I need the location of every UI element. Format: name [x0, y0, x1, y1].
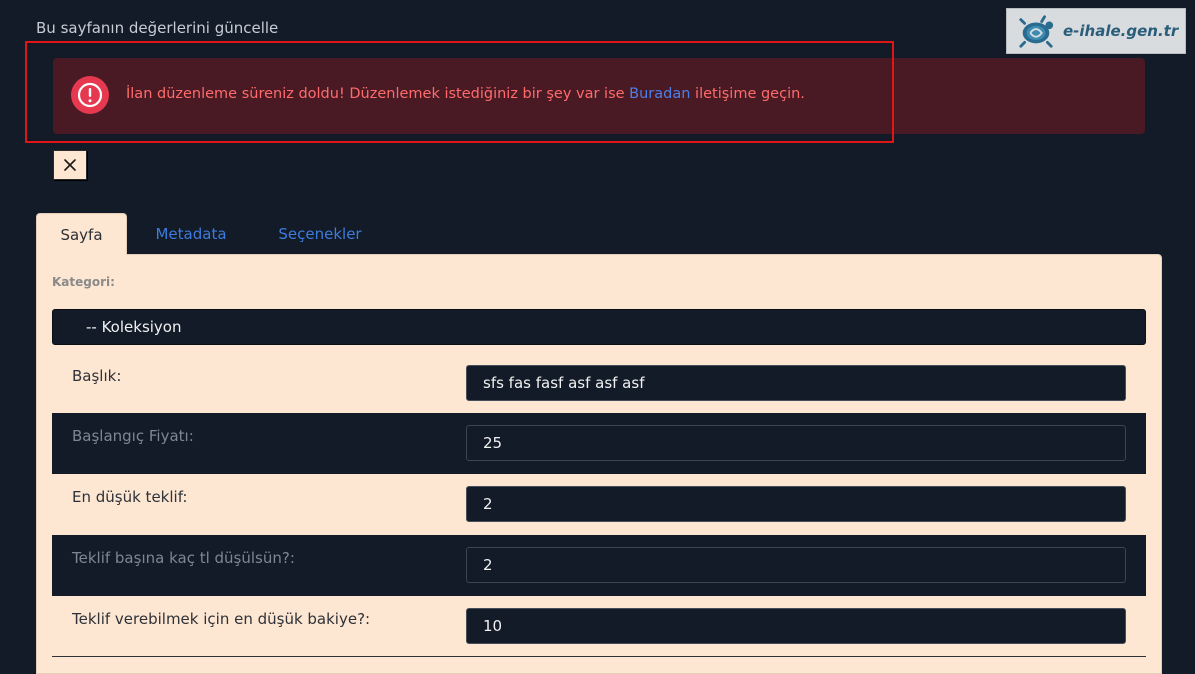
- start-price-label: Başlangıç Fiyatı:: [72, 427, 194, 445]
- form-row-bid-decrement: Teklif başına kaç tl düşülsün?:: [52, 535, 1146, 596]
- tab-metadata[interactable]: Metadata: [146, 213, 236, 255]
- divider: [52, 656, 1146, 657]
- alert-text-after: iletişime geçin.: [690, 86, 805, 102]
- bid-decrement-label: Teklif başına kaç tl düşülsün?:: [72, 549, 295, 567]
- expired-alert: İlan düzenleme süreniz doldu! Düzenlemek…: [53, 58, 1145, 134]
- form-row-min-bid: En düşük teklif:: [52, 474, 1146, 535]
- bid-decrement-input[interactable]: [466, 547, 1126, 583]
- alert-text-before: İlan düzenleme süreniz doldu! Düzenlemek…: [126, 86, 630, 102]
- form-row-min-balance: Teklif verebilmek için en düşük bakiye?:: [52, 596, 1146, 657]
- brand-watermark: e-ihale.gen.tr: [1006, 8, 1186, 54]
- form-row-start-price: Başlangıç Fiyatı:: [52, 413, 1146, 474]
- min-balance-label: Teklif verebilmek için en düşük bakiye?:: [72, 610, 371, 628]
- close-alert-button[interactable]: [53, 150, 87, 180]
- category-select[interactable]: -- Koleksiyon: [52, 309, 1146, 345]
- form-panel: Kategori: -- Koleksiyon Başlık: Başlangı…: [36, 254, 1162, 674]
- brand-name: e-ihale.gen.tr: [1063, 22, 1179, 40]
- page-title: Bu sayfanın değerlerini güncelle: [36, 19, 279, 37]
- min-bid-label: En düşük teklif:: [72, 488, 188, 506]
- tab-sayfa[interactable]: Sayfa: [36, 213, 127, 255]
- close-icon: [64, 159, 76, 171]
- alert-message: İlan düzenleme süreniz doldu! Düzenlemek…: [126, 86, 805, 102]
- form-row-title: Başlık:: [52, 353, 1146, 414]
- title-input[interactable]: [466, 365, 1126, 401]
- contact-link[interactable]: Buradan: [629, 86, 690, 102]
- exclamation-circle-icon: [71, 76, 109, 114]
- tab-secenekler[interactable]: Seçenekler: [268, 213, 372, 255]
- start-price-input[interactable]: [466, 425, 1126, 461]
- turtle-logo-icon: [1019, 15, 1054, 48]
- category-label: Kategori:: [52, 275, 115, 289]
- min-balance-input[interactable]: [466, 608, 1126, 644]
- title-label: Başlık:: [72, 367, 122, 385]
- min-bid-input[interactable]: [466, 486, 1126, 522]
